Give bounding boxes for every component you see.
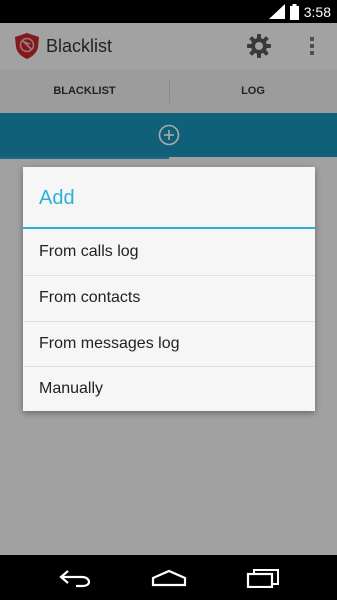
from-contacts-item[interactable]: From contacts	[23, 275, 315, 321]
add-dialog: Add From calls log From contacts From me…	[23, 167, 315, 411]
back-button[interactable]	[45, 555, 105, 600]
status-bar: 3:58	[0, 0, 337, 23]
home-icon	[151, 569, 187, 586]
app-screen: Blacklist BLACKLIST LOG Add From calls l…	[0, 23, 337, 555]
manually-item[interactable]: Manually	[23, 366, 315, 412]
home-button[interactable]	[139, 555, 199, 600]
from-messages-log-item[interactable]: From messages log	[23, 321, 315, 367]
recents-icon	[246, 568, 279, 588]
from-calls-log-item[interactable]: From calls log	[23, 229, 315, 275]
navigation-bar	[0, 555, 337, 600]
back-icon	[59, 569, 91, 587]
signal-icon	[268, 4, 285, 19]
status-icons: 3:58	[268, 3, 331, 20]
dialog-title: Add	[39, 187, 75, 209]
status-time: 3:58	[303, 3, 331, 20]
recents-button[interactable]	[233, 555, 293, 600]
battery-icon	[289, 3, 299, 20]
